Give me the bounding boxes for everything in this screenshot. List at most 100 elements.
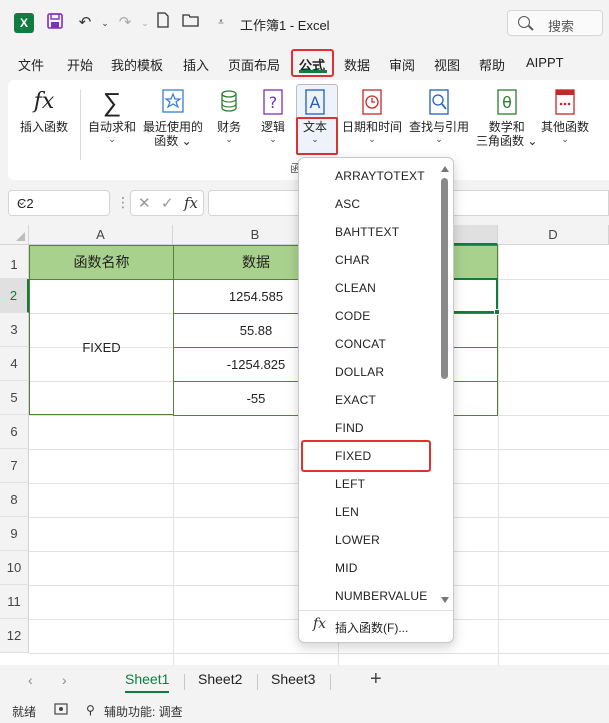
next-sheet-icon[interactable]: › bbox=[62, 672, 67, 688]
accessibility-status[interactable]: 辅助功能: 调查 bbox=[104, 703, 183, 720]
sheet-tab-2[interactable]: Sheet2 bbox=[198, 671, 242, 693]
tab-file[interactable]: 文件 bbox=[18, 55, 44, 74]
tab-view[interactable]: 视图 bbox=[434, 55, 460, 74]
open-folder-icon[interactable] bbox=[180, 12, 202, 34]
undo-icon[interactable]: ↶ bbox=[74, 12, 96, 34]
chevron-down-icon: ⌄ bbox=[368, 134, 376, 144]
sigma-icon: ∑ bbox=[102, 87, 122, 117]
row-header-4[interactable]: 4 bbox=[0, 347, 29, 381]
recent-functions-label-2: 函数 ⌄ bbox=[154, 134, 192, 148]
insert-function-menu-item[interactable]: 插入函数(F)... bbox=[335, 619, 408, 636]
select-all-corner[interactable] bbox=[0, 225, 29, 245]
dropdown-item-dollar[interactable]: DOLLAR bbox=[335, 365, 384, 379]
formula-buttons: ✕ ✓ fx bbox=[130, 190, 204, 216]
lookup-button[interactable]: 查找与引用 ⌄ bbox=[409, 88, 469, 144]
row-header-8[interactable]: 8 bbox=[0, 483, 29, 517]
previous-sheet-icon[interactable]: ‹ bbox=[28, 672, 33, 688]
dropdown-item-char[interactable]: CHAR bbox=[335, 253, 370, 267]
dropdown-item-fixed[interactable]: FIXED bbox=[335, 449, 371, 463]
search-placeholder: 搜索 bbox=[548, 19, 575, 34]
dropdown-item-numbervalue[interactable]: NUMBERVALUE bbox=[335, 589, 427, 603]
dropdown-item-arraytotext[interactable]: ARRAYTOTEXT bbox=[335, 169, 425, 183]
row-header-1[interactable]: 1 bbox=[0, 245, 29, 279]
financial-button[interactable]: 财务 ⌄ bbox=[216, 88, 242, 144]
save-icon[interactable] bbox=[44, 12, 66, 34]
math-trig-label-1: 数学和 bbox=[488, 120, 525, 134]
redo-icon[interactable]: ↷ bbox=[114, 12, 136, 34]
autosum-button[interactable]: ∑ 自动求和 ⌄ bbox=[88, 88, 136, 144]
sheet-separator bbox=[257, 674, 258, 690]
tab-my-templates[interactable]: 我的模板 bbox=[111, 55, 163, 74]
new-file-icon[interactable] bbox=[152, 12, 174, 34]
text-functions-dropdown: ARRAYTOTEXT ASC BAHTTEXT CHAR CLEAN CODE… bbox=[298, 157, 454, 643]
text-button-red-highlight bbox=[296, 117, 338, 155]
sheet-tab-3[interactable]: Sheet3 bbox=[271, 671, 315, 693]
row-header-5[interactable]: 5 bbox=[0, 381, 29, 415]
sheet-tab-1[interactable]: Sheet1 bbox=[125, 671, 170, 693]
dropdown-item-find[interactable]: FIND bbox=[335, 421, 364, 435]
clock-icon bbox=[359, 88, 385, 116]
column-header-a[interactable]: A bbox=[29, 225, 173, 245]
dropdown-item-asc[interactable]: ASC bbox=[335, 197, 360, 211]
dropdown-item-clean[interactable]: CLEAN bbox=[335, 281, 376, 295]
confirm-icon[interactable]: ✓ bbox=[161, 194, 174, 212]
column-header-d[interactable]: D bbox=[498, 225, 609, 245]
tab-help[interactable]: 帮助 bbox=[479, 55, 505, 74]
row-header-9[interactable]: 9 bbox=[0, 517, 29, 551]
fx-icon: fx bbox=[33, 89, 55, 114]
name-box[interactable]: C2 ⌄ bbox=[8, 190, 110, 216]
macro-record-icon[interactable] bbox=[54, 703, 68, 718]
accessibility-icon[interactable]: ⚲ bbox=[86, 703, 95, 717]
dropdown-item-lower[interactable]: LOWER bbox=[335, 533, 380, 547]
cell-a1[interactable]: 函数名称 bbox=[29, 245, 174, 280]
tab-home[interactable]: 开始 bbox=[67, 55, 93, 74]
scroll-up-icon[interactable] bbox=[441, 166, 449, 172]
more-options-icon[interactable]: ⋮ bbox=[116, 194, 130, 211]
dropdown-item-bahttext[interactable]: BAHTTEXT bbox=[335, 225, 399, 239]
scroll-down-icon[interactable] bbox=[441, 597, 449, 603]
dropdown-item-len[interactable]: LEN bbox=[335, 505, 359, 519]
logical-button[interactable]: ? 逻辑 ⌄ bbox=[260, 88, 286, 144]
datetime-button[interactable]: 日期和时间 ⌄ bbox=[342, 88, 402, 144]
tab-page-layout[interactable]: 页面布局 bbox=[228, 55, 280, 74]
cell-a2-merged[interactable]: FIXED bbox=[29, 279, 174, 415]
svg-text:θ: θ bbox=[502, 93, 512, 112]
row-header-10[interactable]: 10 bbox=[0, 551, 29, 585]
tab-data[interactable]: 数据 bbox=[344, 55, 370, 74]
math-trig-button[interactable]: θ 数学和 三角函数 ⌄ bbox=[476, 88, 537, 148]
add-sheet-button[interactable]: + bbox=[370, 668, 382, 691]
fill-handle[interactable] bbox=[494, 309, 500, 315]
sheet-separator bbox=[184, 674, 185, 690]
dropdown-item-concat[interactable]: CONCAT bbox=[335, 337, 386, 351]
search-box[interactable]: 搜索 bbox=[507, 10, 603, 36]
lookup-label: 查找与引用 bbox=[409, 120, 470, 134]
svg-text:A: A bbox=[310, 93, 321, 112]
excel-logo-icon: X bbox=[14, 13, 34, 33]
recent-functions-button[interactable]: 最近使用的 函数 ⌄ bbox=[143, 88, 203, 148]
row-header-3[interactable]: 3 bbox=[0, 313, 29, 347]
row-header-12[interactable]: 12 bbox=[0, 619, 29, 653]
tab-insert[interactable]: 插入 bbox=[183, 55, 209, 74]
more-functions-icon bbox=[552, 88, 578, 116]
dropdown-item-code[interactable]: CODE bbox=[335, 309, 370, 323]
row-header-2[interactable]: 2 bbox=[0, 279, 29, 313]
customize-toolbar-icon[interactable]: ⩡ bbox=[210, 12, 232, 34]
dropdown-item-mid[interactable]: MID bbox=[335, 561, 358, 575]
financial-label: 财务 bbox=[216, 120, 241, 134]
chevron-down-icon: ⌄ bbox=[435, 134, 443, 144]
tab-review[interactable]: 审阅 bbox=[389, 55, 415, 74]
magnifier-icon bbox=[426, 88, 452, 116]
dropdown-item-exact[interactable]: EXACT bbox=[335, 393, 376, 407]
dropdown-item-left[interactable]: LEFT bbox=[335, 477, 365, 491]
scrollbar-thumb[interactable] bbox=[441, 178, 448, 379]
row-header-11[interactable]: 11 bbox=[0, 585, 29, 619]
more-functions-button[interactable]: 其他函数 ⌄ bbox=[541, 88, 589, 144]
row-header-6[interactable]: 6 bbox=[0, 415, 29, 449]
chevron-down-icon[interactable]: ⌄ bbox=[17, 195, 103, 208]
cancel-icon[interactable]: ✕ bbox=[138, 194, 151, 212]
undo-dropdown-icon[interactable]: ⌄ bbox=[94, 12, 116, 34]
fx-icon[interactable]: fx bbox=[184, 194, 198, 212]
tab-aippt[interactable]: AIPPT bbox=[526, 55, 564, 70]
row-header-7[interactable]: 7 bbox=[0, 449, 29, 483]
insert-function-button[interactable]: fx 插入函数 bbox=[20, 88, 68, 134]
